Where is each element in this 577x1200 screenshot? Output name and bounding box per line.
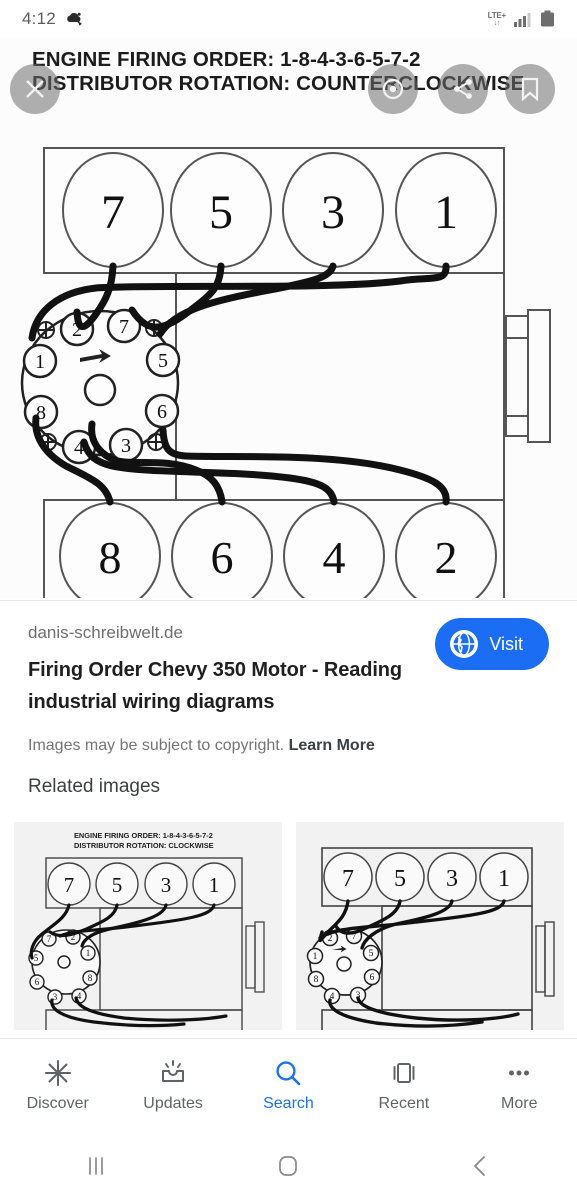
- copyright-notice: Images may be subject to copyright. Lear…: [28, 737, 549, 755]
- svg-text:ENGINE FIRING ORDER: 1-8-4-3-6: ENGINE FIRING ORDER: 1-8-4-3-6-5-7-2: [32, 48, 421, 71]
- share-icon: [454, 79, 472, 99]
- lens-button[interactable]: [368, 64, 418, 114]
- back-chevron-icon: [473, 1156, 485, 1176]
- svg-text:1: 1: [313, 952, 318, 962]
- battery-icon: [541, 10, 554, 27]
- nav-label-discover: Discover: [26, 1095, 89, 1112]
- network-type-indicator: LTE+ ↓↑: [487, 10, 507, 27]
- status-bar-clock: 4:12: [22, 9, 56, 28]
- svg-text:5: 5: [158, 350, 168, 372]
- svg-text:7: 7: [47, 934, 52, 944]
- nav-item-recent[interactable]: Recent: [349, 1058, 459, 1113]
- status-bar-left: 4:12: [22, 9, 84, 29]
- svg-text:6: 6: [157, 401, 167, 423]
- source-domain[interactable]: danis-schreibwelt.de: [28, 622, 183, 644]
- system-navigation-bar: [0, 1132, 577, 1200]
- recents-bars-icon: [89, 1157, 104, 1175]
- inbox-icon: [162, 1060, 185, 1082]
- svg-text:6: 6: [35, 977, 40, 987]
- asterisk-icon: [44, 1060, 71, 1086]
- collections-icon: [393, 1063, 415, 1083]
- svg-text:8: 8: [99, 532, 122, 583]
- svg-text:3: 3: [161, 873, 172, 897]
- svg-text:8: 8: [314, 975, 319, 985]
- diagram-artwork: ENGINE FIRING ORDER: 1-8-4-3-6-5-7-2 DIS…: [0, 38, 577, 598]
- related-thumbnail-2[interactable]: 75 31 27 15 86 43: [296, 822, 564, 1030]
- svg-text:3: 3: [321, 186, 345, 239]
- svg-text:3: 3: [446, 866, 458, 892]
- svg-text:5: 5: [394, 866, 406, 892]
- nav-label-recent: Recent: [378, 1095, 430, 1112]
- copyright-text: Images may be subject to copyright.: [28, 736, 285, 754]
- cloud-rain-icon: [67, 12, 82, 25]
- svg-text:6: 6: [370, 973, 375, 983]
- result-title[interactable]: Firing Order Chevy 350 Motor - Reading i…: [28, 654, 428, 719]
- save-button[interactable]: [505, 64, 555, 114]
- status-bar: 4:12 LTE+ ↓↑: [0, 0, 577, 38]
- nav-label-more: More: [501, 1095, 538, 1112]
- svg-text:1: 1: [209, 873, 220, 897]
- bookmark-icon: [521, 77, 539, 101]
- phone-screen: 4:12 LTE+ ↓↑ ENGINE FIRING ORDER: 1-8-4-…: [0, 0, 577, 1200]
- svg-text:5: 5: [34, 953, 39, 963]
- related-thumbnail-1[interactable]: ENGINE FIRING ORDER: 1-8-4-3-6-5-7-2 DIS…: [14, 822, 282, 1030]
- close-icon: [26, 80, 44, 98]
- svg-text:5: 5: [112, 873, 123, 897]
- network-label: LTE+: [487, 10, 507, 20]
- visit-button[interactable]: Visit: [435, 618, 549, 670]
- home-button[interactable]: [248, 1143, 328, 1189]
- svg-text:7: 7: [119, 316, 129, 338]
- nav-item-more[interactable]: More: [464, 1058, 574, 1113]
- svg-text:7: 7: [64, 873, 75, 897]
- svg-text:3: 3: [121, 435, 131, 457]
- nav-item-discover[interactable]: Discover: [3, 1058, 113, 1113]
- signal-bars-icon: [514, 13, 531, 27]
- close-button[interactable]: [10, 64, 60, 114]
- svg-text:1: 1: [86, 948, 91, 958]
- nav-label-updates: Updates: [143, 1095, 203, 1112]
- firing-order-diagram[interactable]: ENGINE FIRING ORDER: 1-8-4-3-6-5-7-2 DIS…: [0, 38, 577, 598]
- svg-text:DISTRIBUTOR ROTATION: CLOCKWIS: DISTRIBUTOR ROTATION: CLOCKWISE: [74, 841, 214, 850]
- svg-text:5: 5: [209, 186, 233, 239]
- share-button[interactable]: [438, 64, 488, 114]
- globe-icon: [450, 630, 479, 658]
- network-arrows: ↓↑: [493, 19, 501, 27]
- svg-text:7: 7: [101, 186, 125, 239]
- home-square-icon: [279, 1156, 298, 1176]
- related-images-heading: Related images: [28, 776, 161, 797]
- svg-text:7: 7: [342, 866, 354, 892]
- nav-label-search: Search: [263, 1095, 314, 1112]
- nav-item-search[interactable]: Search: [233, 1058, 343, 1113]
- image-viewer[interactable]: ENGINE FIRING ORDER: 1-8-4-3-6-5-7-2 DIS…: [0, 38, 577, 600]
- svg-text:ENGINE FIRING ORDER: 1-8-4-3-6: ENGINE FIRING ORDER: 1-8-4-3-6-5-7-2: [74, 831, 213, 840]
- viewer-divider: [0, 600, 577, 601]
- status-bar-right: LTE+ ↓↑: [488, 10, 555, 28]
- svg-text:4: 4: [323, 532, 346, 583]
- overflow-dots-icon: [509, 1070, 530, 1076]
- svg-text:1: 1: [498, 866, 510, 892]
- svg-text:2: 2: [435, 532, 458, 583]
- search-icon: [276, 1061, 301, 1086]
- nav-item-updates[interactable]: Updates: [118, 1058, 228, 1113]
- learn-more-link[interactable]: Learn More: [289, 737, 375, 754]
- svg-text:5: 5: [369, 949, 374, 959]
- related-images-strip: ENGINE FIRING ORDER: 1-8-4-3-6-5-7-2 DIS…: [14, 822, 564, 1030]
- thumbnail-2-artwork: 75 31 27 15 86 43: [296, 822, 564, 1030]
- result-info: danis-schreibwelt.de Firing Order Chevy …: [0, 604, 577, 755]
- svg-text:1: 1: [35, 351, 45, 373]
- svg-text:6: 6: [211, 532, 234, 583]
- back-button[interactable]: [441, 1143, 521, 1189]
- thumbnail-1-artwork: ENGINE FIRING ORDER: 1-8-4-3-6-5-7-2 DIS…: [14, 822, 282, 1030]
- recents-button[interactable]: [56, 1143, 136, 1189]
- app-bottom-nav: Discover Updates Search Recent More: [0, 1038, 577, 1132]
- svg-text:1: 1: [434, 186, 458, 239]
- google-lens-icon: [382, 78, 404, 100]
- visit-button-label: Visit: [489, 633, 523, 654]
- svg-text:8: 8: [88, 973, 93, 983]
